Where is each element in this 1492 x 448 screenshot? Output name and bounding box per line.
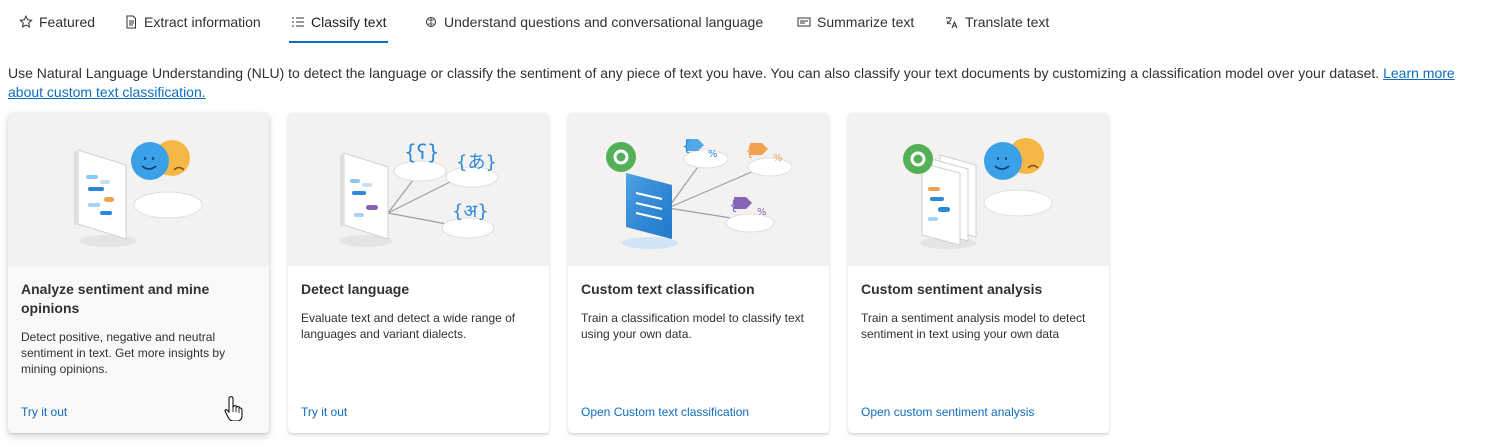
tab-understand-questions[interactable]: Understand questions and conversational … <box>424 0 763 44</box>
svg-text:{: { <box>745 144 754 160</box>
tab-featured[interactable]: Featured <box>19 0 95 44</box>
intro-paragraph: Use Natural Language Understanding (NLU)… <box>8 64 1488 102</box>
summary-icon <box>797 17 811 27</box>
card-title: Detect language <box>301 281 410 297</box>
glyph-hindi: {अ} <box>452 201 489 222</box>
card-detect-language[interactable]: {ʕ} {あ} {अ} Detect language Evaluate tex… <box>288 113 549 433</box>
custom-sentiment-illustration <box>848 113 1109 266</box>
card-description: Train a classification model to classify… <box>581 311 804 341</box>
tab-label: Summarize text <box>817 14 915 30</box>
card-analyze-sentiment[interactable]: Analyze sentiment and mine opinions Dete… <box>8 113 269 433</box>
svg-text:{: { <box>682 139 691 155</box>
tab-extract-information[interactable]: Extract information <box>124 0 261 44</box>
card-custom-sentiment-analysis[interactable]: Custom sentiment analysis Train a sentim… <box>848 113 1109 433</box>
card-description: Train a sentiment analysis model to dete… <box>861 311 1086 341</box>
try-it-out-link[interactable]: Try it out <box>21 405 67 419</box>
brain-icon <box>426 17 436 27</box>
open-custom-sentiment-analysis-link[interactable]: Open custom sentiment analysis <box>861 405 1034 419</box>
open-custom-text-classification-link[interactable]: Open Custom text classification <box>581 405 749 419</box>
svg-text:{: { <box>729 198 738 214</box>
card-custom-text-classification[interactable]: { % { % { % Custom text classification T… <box>568 113 829 433</box>
hand-cursor-icon <box>224 396 243 421</box>
svg-text:%: % <box>773 153 783 164</box>
tab-bar: Featured Extract information Classify te… <box>0 0 1492 44</box>
card-title: Analyze sentiment and mine opinions <box>21 281 210 316</box>
tab-label: Classify text <box>311 14 387 30</box>
glyph-arabic: {ʕ} <box>404 140 440 164</box>
sentiment-illustration <box>8 113 269 266</box>
tab-label: Understand questions and conversational … <box>444 14 764 30</box>
glyph-japanese: {あ} <box>456 152 497 173</box>
language-illustration: {ʕ} {あ} {अ} <box>288 113 549 266</box>
svg-text:%: % <box>757 207 767 218</box>
document-icon <box>126 15 136 29</box>
classification-illustration: { % { % { % <box>568 113 829 266</box>
list-icon <box>292 17 304 27</box>
tab-translate-text[interactable]: Translate text <box>945 0 1049 44</box>
intro-text: Use Natural Language Understanding (NLU)… <box>8 65 1384 81</box>
card-description: Evaluate text and detect a wide range of… <box>301 311 516 341</box>
tab-label: Extract information <box>144 14 261 30</box>
tab-classify-text[interactable]: Classify text <box>289 0 389 44</box>
tab-label: Translate text <box>965 14 1050 30</box>
card-description: Detect positive, negative and neutral se… <box>21 330 226 376</box>
active-tab-indicator <box>289 41 389 43</box>
star-icon <box>19 15 33 28</box>
translate-icon <box>946 17 958 29</box>
tab-label: Featured <box>39 14 96 30</box>
tab-summarize-text[interactable]: Summarize text <box>797 0 914 44</box>
card-title: Custom text classification <box>581 281 755 297</box>
svg-text:%: % <box>708 149 718 160</box>
card-title: Custom sentiment analysis <box>861 281 1043 297</box>
try-it-out-link[interactable]: Try it out <box>301 405 347 419</box>
